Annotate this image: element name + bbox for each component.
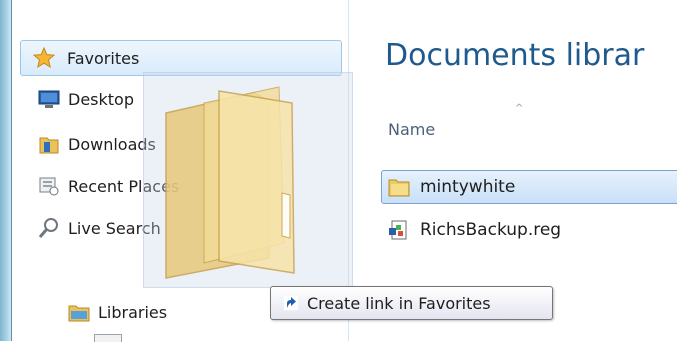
file-name: RichsBackup.reg — [420, 220, 562, 240]
registry-file-icon — [388, 219, 410, 241]
search-icon — [38, 217, 60, 239]
window-frame-left — [0, 0, 11, 341]
file-name: mintywhite — [420, 177, 516, 197]
nav-item-libraries[interactable]: Libraries — [68, 301, 167, 323]
desktop-icon — [38, 88, 60, 110]
libraries-icon — [68, 301, 90, 323]
nav-item-downloads[interactable]: Downloads — [38, 133, 156, 155]
shortcut-arrow-icon — [283, 295, 299, 311]
drag-tooltip-label: Create link in Favorites — [307, 293, 491, 313]
drag-ghost — [143, 72, 353, 288]
file-item-mintywhite[interactable]: mintywhite — [388, 176, 515, 198]
recent-places-icon — [38, 175, 60, 197]
nav-item-favorites[interactable]: Favorites — [20, 40, 342, 76]
star-icon — [32, 46, 56, 69]
downloads-folder-icon — [38, 133, 60, 155]
library-title: Documents librar — [385, 38, 645, 73]
file-item-richsbackup[interactable]: RichsBackup.reg — [388, 219, 561, 241]
nav-item-label: Desktop — [68, 89, 134, 109]
folder-icon — [165, 86, 295, 279]
nav-item-label: Libraries — [98, 302, 168, 322]
column-header-name[interactable]: Name — [388, 120, 435, 139]
sort-ascending-icon: ^ — [515, 103, 524, 114]
folder-icon — [388, 176, 410, 198]
nav-item-label: Favorites — [67, 48, 140, 68]
nav-item-desktop[interactable]: Desktop — [38, 88, 134, 110]
drag-tooltip: Create link in Favorites — [270, 286, 553, 320]
